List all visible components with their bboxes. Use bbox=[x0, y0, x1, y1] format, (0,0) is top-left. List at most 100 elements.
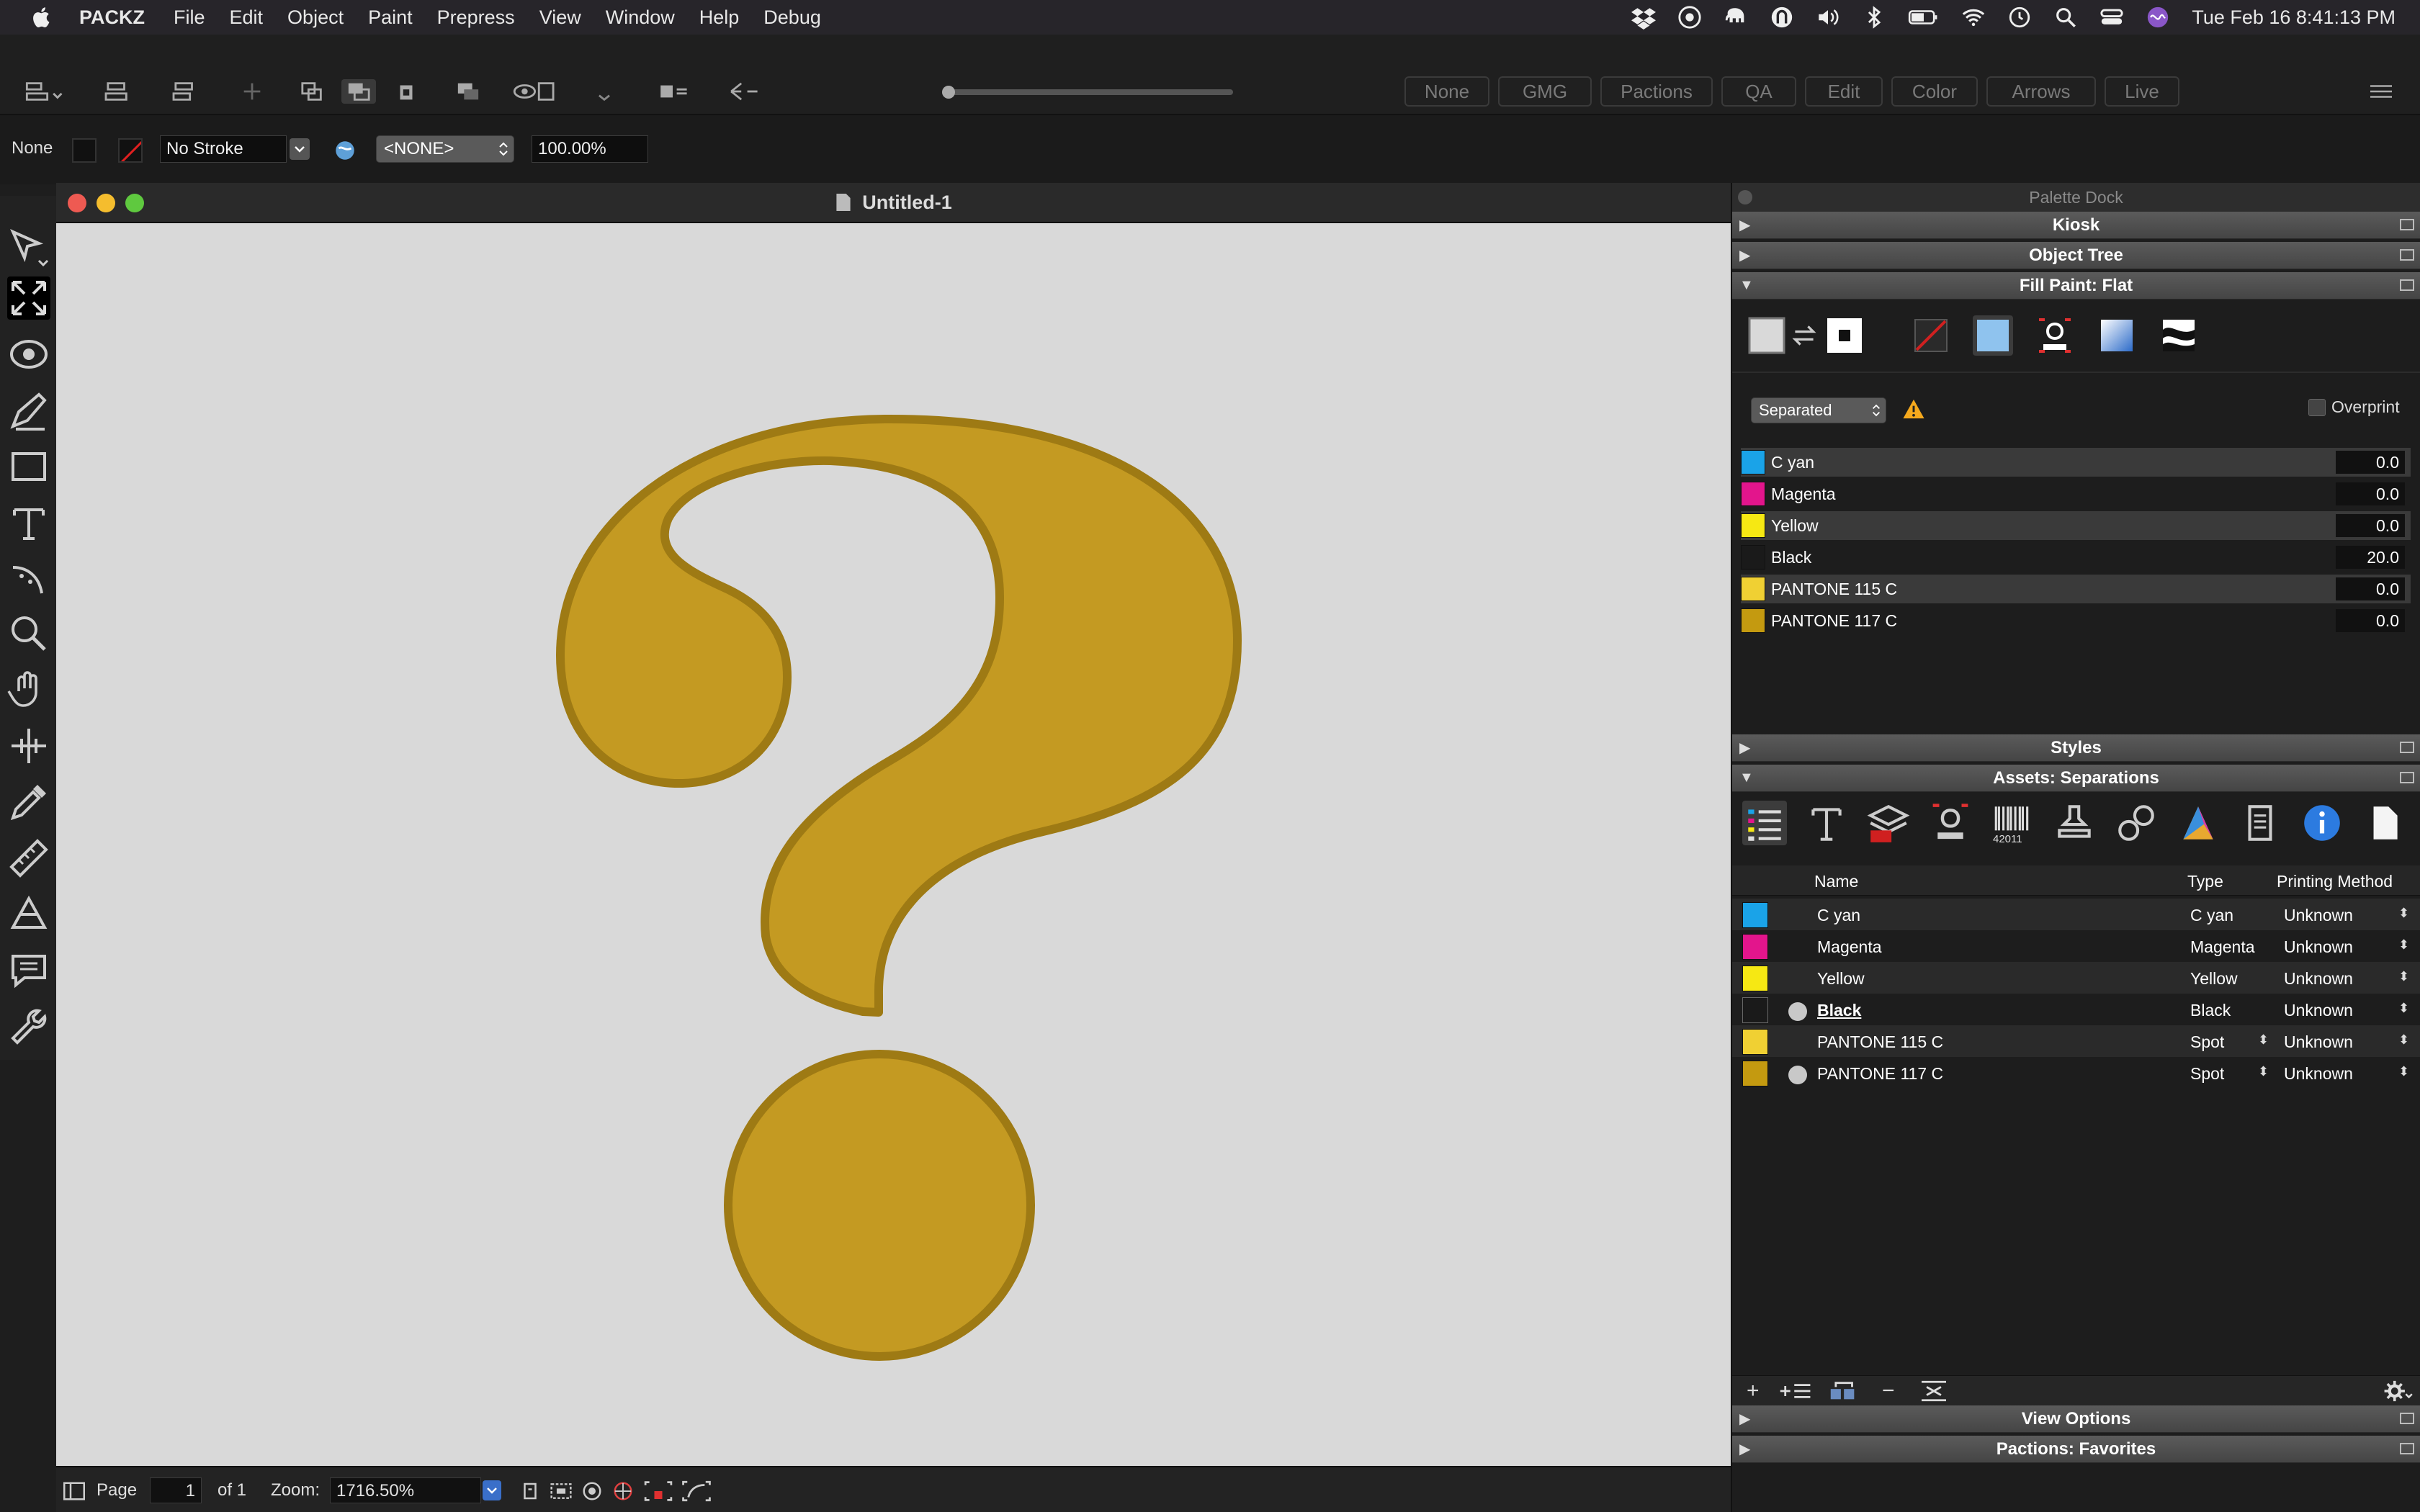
menu-edit[interactable]: Edit bbox=[230, 6, 264, 29]
battery-icon[interactable] bbox=[1908, 5, 1940, 30]
organize-icon[interactable] bbox=[1827, 1379, 1865, 1403]
table-row[interactable]: C yan C yan Unknown ⬍ bbox=[1732, 899, 2420, 930]
disclosure-down-icon[interactable]: ▼ bbox=[1739, 770, 1754, 786]
asset-type[interactable]: Spot bbox=[2190, 1064, 2224, 1084]
separation-row-magenta[interactable]: Magenta 0.0 bbox=[1741, 480, 2411, 508]
control-center-icon[interactable] bbox=[2099, 5, 2124, 30]
dropdown-icon[interactable] bbox=[593, 79, 615, 104]
document-assets-icon[interactable] bbox=[2238, 801, 2282, 845]
slider-knob[interactable] bbox=[942, 86, 955, 99]
separation-value[interactable]: 0.0 bbox=[2336, 482, 2405, 505]
paint-pattern-icon[interactable] bbox=[2159, 315, 2199, 356]
separation-value[interactable]: 0.0 bbox=[2336, 451, 2405, 474]
separation-value[interactable]: 0.0 bbox=[2336, 514, 2405, 537]
column-header-name[interactable]: Name bbox=[1814, 867, 1858, 896]
style-globe-icon[interactable] bbox=[333, 138, 357, 163]
color-profile-icon[interactable] bbox=[2176, 801, 2220, 845]
ungroup-icon[interactable] bbox=[341, 79, 376, 104]
bluetooth-icon[interactable] bbox=[1862, 5, 1886, 30]
collapse-icon[interactable] bbox=[1918, 1379, 1950, 1403]
panel-view-options-header[interactable]: ▶ View Options bbox=[1732, 1405, 2420, 1433]
crosshair-icon[interactable] bbox=[235, 79, 269, 104]
updown-icon[interactable]: ⬍ bbox=[2398, 969, 2409, 984]
wrench-tool-icon[interactable] bbox=[7, 1005, 50, 1048]
table-row[interactable]: Yellow Yellow Unknown ⬍ bbox=[1732, 962, 2420, 994]
layers-pdf-icon[interactable] bbox=[1866, 801, 1911, 845]
spot-assets-icon[interactable] bbox=[1928, 801, 1973, 845]
elephant-icon[interactable] bbox=[1724, 5, 1748, 30]
transform-tool-icon[interactable] bbox=[7, 276, 50, 320]
pencil-tool-icon[interactable] bbox=[7, 389, 50, 432]
updown-icon[interactable]: ⬍ bbox=[2398, 906, 2409, 921]
artboard-canvas[interactable] bbox=[56, 223, 1731, 1466]
separation-row-yellow[interactable]: Yellow 0.0 bbox=[1741, 511, 2411, 540]
menu-window[interactable]: Window bbox=[606, 6, 675, 29]
separation-mode-select[interactable]: Separated bbox=[1751, 397, 1886, 423]
hand-tool-icon[interactable] bbox=[7, 668, 50, 711]
panel-window-icon[interactable] bbox=[2400, 279, 2414, 291]
column-header-type[interactable]: Type bbox=[2187, 867, 2223, 896]
toolbar-slider[interactable] bbox=[942, 86, 1233, 99]
menubar-clock[interactable]: Tue Feb 16 8:41:13 PM bbox=[2192, 6, 2396, 29]
siri-icon[interactable] bbox=[2146, 5, 2170, 30]
maximize-button[interactable] bbox=[125, 194, 144, 212]
menu-app-name[interactable]: PACKZ bbox=[79, 6, 145, 29]
menu-paint[interactable]: Paint bbox=[368, 6, 413, 29]
workspace-gmg-button[interactable]: GMG bbox=[1498, 76, 1592, 107]
menu-help[interactable]: Help bbox=[699, 6, 740, 29]
align-center-icon[interactable] bbox=[101, 79, 135, 104]
shapes-icon[interactable] bbox=[2114, 801, 2159, 845]
separation-row-pantone-115c[interactable]: PANTONE 115 C 0.0 bbox=[1741, 575, 2411, 603]
asset-printing-method[interactable]: Unknown bbox=[2284, 937, 2353, 957]
ruler-tool-icon[interactable] bbox=[7, 837, 50, 880]
stroke-swatch[interactable] bbox=[118, 138, 143, 163]
disclosure-right-icon[interactable]: ▶ bbox=[1739, 216, 1750, 234]
eye-rotate-tool-icon[interactable] bbox=[7, 333, 50, 376]
fit-selection-icon[interactable] bbox=[549, 1480, 573, 1502]
panel-pactions-header[interactable]: ▶ Pactions: Favorites bbox=[1732, 1436, 2420, 1463]
zoom-field[interactable]: 1716.50% bbox=[330, 1477, 481, 1503]
workspace-arrows-button[interactable]: Arrows bbox=[1986, 76, 2096, 107]
workspace-edit-button[interactable]: Edit bbox=[1805, 76, 1883, 107]
apple-icon[interactable] bbox=[29, 4, 55, 30]
info-icon[interactable] bbox=[2300, 801, 2344, 845]
page-icon[interactable] bbox=[2362, 801, 2406, 845]
table-row[interactable]: PANTONE 115 C Spot ⬍ Unknown ⬍ bbox=[1732, 1025, 2420, 1057]
vpn-icon[interactable] bbox=[1770, 5, 1794, 30]
paint-spot-icon[interactable] bbox=[2035, 315, 2075, 356]
panel-window-icon[interactable] bbox=[2400, 219, 2414, 230]
page-field[interactable]: 1 bbox=[150, 1477, 202, 1503]
stroke-dropdown-button[interactable] bbox=[290, 138, 310, 160]
updown-icon[interactable]: ⬍ bbox=[2258, 1064, 2269, 1079]
record-icon[interactable] bbox=[1677, 5, 1702, 30]
fill-swatch[interactable] bbox=[72, 138, 97, 163]
stroke-swatch-icon[interactable] bbox=[1824, 315, 1865, 356]
lock-icon[interactable] bbox=[389, 79, 424, 104]
path-direction-icon[interactable] bbox=[723, 79, 763, 104]
align-left-icon[interactable] bbox=[20, 79, 66, 104]
text-tool-icon[interactable] bbox=[7, 501, 50, 544]
question-mark-hook[interactable] bbox=[556, 414, 1242, 1017]
asset-type[interactable]: Spot bbox=[2190, 1032, 2224, 1052]
stroke-field[interactable]: No Stroke bbox=[160, 135, 287, 163]
disclosure-right-icon[interactable]: ▶ bbox=[1739, 1410, 1750, 1428]
spotlight-icon[interactable] bbox=[2053, 5, 2078, 30]
sidebar-toggle-icon[interactable] bbox=[63, 1482, 85, 1500]
opacity-field[interactable]: 100.00% bbox=[532, 135, 648, 163]
separation-row-pantone-117c[interactable]: PANTONE 117 C 0.0 bbox=[1741, 606, 2411, 635]
workspace-color-button[interactable]: Color bbox=[1891, 76, 1978, 107]
minimize-button[interactable] bbox=[97, 194, 115, 212]
swap-fill-stroke-icon[interactable] bbox=[1791, 315, 1817, 356]
select-tool-icon[interactable] bbox=[7, 226, 50, 269]
workspace-live-button[interactable]: Live bbox=[2105, 76, 2179, 107]
asset-printing-method[interactable]: Unknown bbox=[2284, 1032, 2353, 1052]
view-mode-icon[interactable] bbox=[507, 79, 565, 104]
updown-icon[interactable]: ⬍ bbox=[2258, 1032, 2269, 1048]
disclosure-right-icon[interactable]: ▶ bbox=[1739, 739, 1750, 757]
asset-printing-method[interactable]: Unknown bbox=[2284, 969, 2353, 989]
workspace-pactions-button[interactable]: Pactions bbox=[1600, 76, 1713, 107]
arrange-icon[interactable] bbox=[451, 79, 485, 104]
separations-list-icon[interactable] bbox=[1742, 801, 1787, 845]
menu-debug[interactable]: Debug bbox=[763, 6, 821, 29]
add-button[interactable]: + bbox=[1747, 1379, 1760, 1403]
